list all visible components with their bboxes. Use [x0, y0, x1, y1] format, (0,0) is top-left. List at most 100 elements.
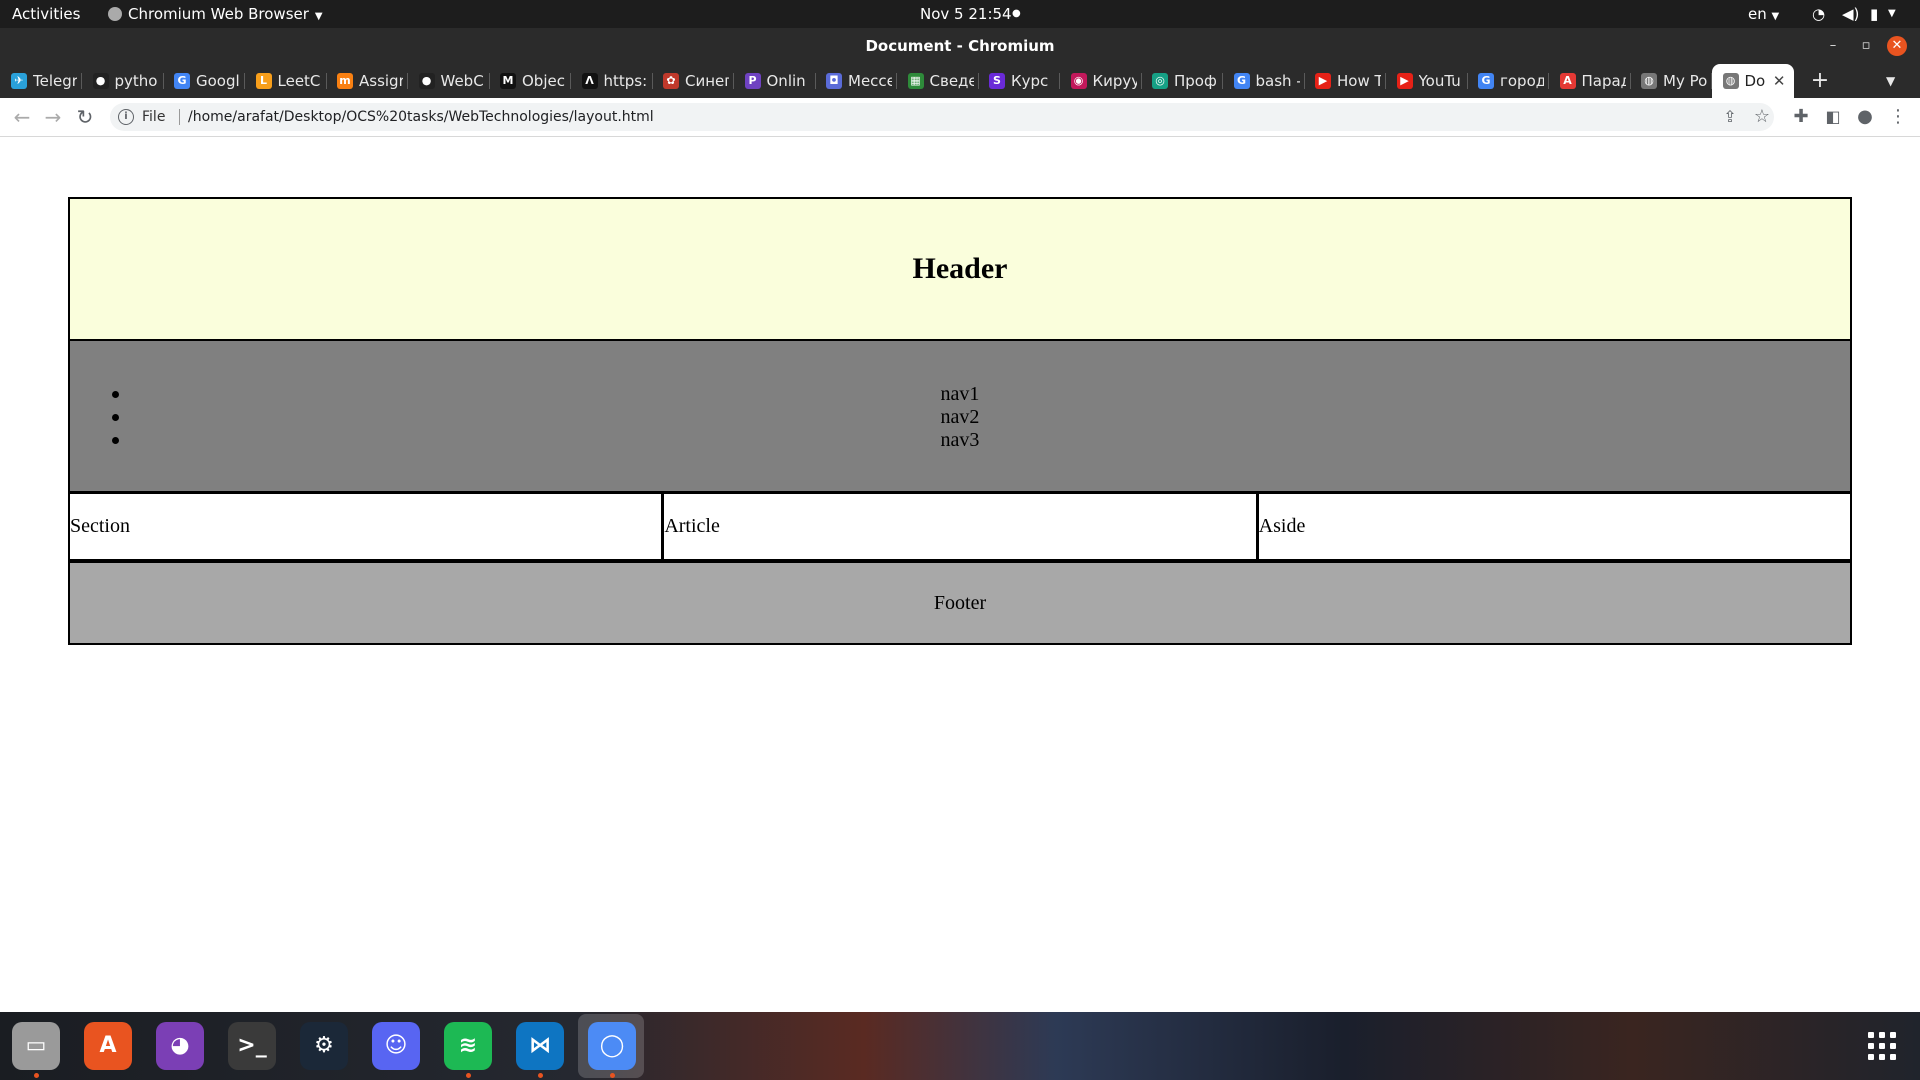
spotify-icon[interactable]: ≋	[444, 1022, 492, 1070]
tab-label: Assigr	[359, 72, 403, 90]
youtube-icon: ▶	[1315, 73, 1331, 89]
maximize-icon[interactable]: ▫	[1856, 36, 1876, 56]
browser-tab[interactable]: ◍ My Po	[1630, 64, 1712, 98]
grid-dot	[1879, 1043, 1885, 1049]
divider	[179, 109, 180, 125]
show-applications-icon[interactable]	[1868, 1032, 1898, 1062]
globe-icon: ◍	[1722, 73, 1739, 89]
nav-item: nav3	[70, 429, 1850, 452]
forward-arrow-icon[interactable]: →	[41, 98, 65, 136]
browser-tab[interactable]: ◘ Мессе	[815, 64, 897, 98]
tab-label: Сведе	[929, 72, 974, 90]
tab-label: YouTu	[1418, 72, 1461, 90]
app-menu-button[interactable]: Chromium Web Browser ▼	[108, 0, 323, 31]
browser-tab[interactable]: M Objec	[489, 64, 571, 98]
tab-label: Do	[1744, 72, 1766, 90]
software-center-icon[interactable]: A	[84, 1022, 132, 1070]
tab-label: Курс	[1011, 72, 1049, 90]
terminal-icon[interactable]: >_	[228, 1022, 276, 1070]
minimize-icon[interactable]: –	[1823, 36, 1843, 56]
article-block: Article	[661, 494, 1256, 559]
tab-label: My Po	[1663, 72, 1707, 90]
volume-icon[interactable]: ◀)	[1842, 0, 1859, 28]
page-footer: Footer	[68, 561, 1852, 645]
chevron-down-icon[interactable]: ▼	[1888, 0, 1896, 28]
tab-label: bash -	[1255, 72, 1300, 90]
tab-search-icon[interactable]: ▼	[1886, 64, 1895, 98]
nav-list: nav1 nav2 nav3	[70, 383, 1850, 452]
github-icon: ●	[92, 73, 109, 89]
clock[interactable]: Nov 5 21:54	[920, 0, 1012, 28]
browser-tab[interactable]: G Googl	[163, 64, 245, 98]
medium-icon: M	[500, 73, 516, 89]
browser-tab[interactable]: Λhttps:	[571, 64, 653, 98]
browser-tab[interactable]: ✿ Синег	[652, 64, 734, 98]
grid-dot	[1868, 1043, 1874, 1049]
steam-icon[interactable]: ⚙	[300, 1022, 348, 1070]
side-panel-icon[interactable]: ◧	[1821, 98, 1845, 136]
tab-label: Googl	[196, 72, 240, 90]
chevron-down-icon: ▼	[1771, 11, 1780, 22]
url-text[interactable]: /home/arafat/Desktop/OCS%20tasks/WebTech…	[188, 103, 654, 131]
system-top-bar: Activities Chromium Web Browser ▼ Nov 5 2…	[0, 0, 1920, 28]
browser-tab[interactable]: m Assigr	[326, 64, 408, 98]
app-menu-label: Chromium Web Browser	[128, 5, 309, 23]
close-icon[interactable]: ✕	[1887, 36, 1907, 56]
browser-tab[interactable]: ● WebC	[408, 64, 490, 98]
grid-dot	[1890, 1043, 1896, 1049]
github-icon: ●	[418, 73, 435, 89]
browser-tab[interactable]: ▶ YouTu	[1386, 64, 1468, 98]
aside-block: Aside	[1255, 494, 1850, 559]
browser-tab[interactable]: P Onlin	[734, 64, 816, 98]
language-indicator[interactable]: en ▼	[1748, 0, 1779, 31]
extensions-puzzle-icon[interactable]: ✚	[1789, 98, 1813, 136]
content-row: Section Article Aside	[68, 493, 1852, 561]
window-title-bar[interactable]: Document - Chromium – ▫ ✕	[0, 28, 1920, 64]
discord-icon[interactable]: ☺	[372, 1022, 420, 1070]
bookmark-star-icon[interactable]: ☆	[1750, 98, 1774, 136]
info-icon[interactable]: i	[118, 109, 134, 125]
google-icon: G	[1478, 73, 1494, 89]
running-indicator	[610, 1073, 615, 1078]
tab-label: город	[1500, 72, 1544, 90]
address-bar[interactable]: i File /home/arafat/Desktop/OCS%20tasks/…	[110, 103, 1774, 131]
tab-label: Проф	[1174, 72, 1217, 90]
tab-label: Кируу	[1092, 72, 1137, 90]
grid-dot	[1879, 1054, 1885, 1060]
browser-tab[interactable]: ▶ How T	[1304, 64, 1386, 98]
kebab-menu-icon[interactable]: ⋮	[1886, 98, 1910, 136]
browser-tab[interactable]: ● pytho	[82, 64, 164, 98]
color-picker-icon[interactable]: ◕	[156, 1022, 204, 1070]
tab-label: LeetC	[277, 72, 321, 90]
browser-tab[interactable]: L LeetC	[245, 64, 327, 98]
leetcode-icon: L	[255, 73, 272, 89]
browser-tab[interactable]: ◎ Проф	[1141, 64, 1223, 98]
profile-avatar-icon[interactable]: ●	[1853, 98, 1877, 136]
wifi-icon[interactable]: ◔	[1812, 0, 1825, 28]
grid-dot	[1868, 1032, 1874, 1038]
page-header: Header	[68, 197, 1852, 341]
new-tab-icon[interactable]: +	[1808, 64, 1832, 98]
header-title: Header	[912, 252, 1008, 285]
vscode-icon[interactable]: ⋈	[516, 1022, 564, 1070]
browser-tab[interactable]: Gbash -	[1223, 64, 1305, 98]
back-arrow-icon[interactable]: ←	[10, 98, 34, 136]
layout-container: Header nav1 nav2 nav3 Section Article As…	[68, 197, 1852, 645]
p-logo-icon: P	[744, 73, 761, 89]
browser-tab[interactable]: ◍ Do ✕	[1711, 64, 1794, 98]
browser-tab[interactable]: ▦ Сведе	[897, 64, 979, 98]
close-tab-icon[interactable]: ✕	[1773, 64, 1786, 98]
browser-tab[interactable]: Gгород	[1467, 64, 1549, 98]
browser-tab[interactable]: ◉ Кируу	[1060, 64, 1142, 98]
chromium-icon	[108, 7, 122, 21]
browser-tab[interactable]: S Курс	[978, 64, 1060, 98]
chromium-icon[interactable]: ◯	[588, 1022, 636, 1070]
reload-icon[interactable]: ↻	[73, 98, 97, 136]
browser-tab[interactable]: ✈ Telegr	[0, 64, 82, 98]
browser-tab[interactable]: A Парад	[1549, 64, 1631, 98]
share-icon[interactable]: ⇪	[1718, 98, 1742, 136]
files-icon[interactable]: ▭	[12, 1022, 60, 1070]
activities-button[interactable]: Activities	[12, 0, 80, 28]
sheet-icon: ▦	[907, 73, 924, 89]
battery-icon[interactable]: ▮	[1870, 0, 1878, 28]
